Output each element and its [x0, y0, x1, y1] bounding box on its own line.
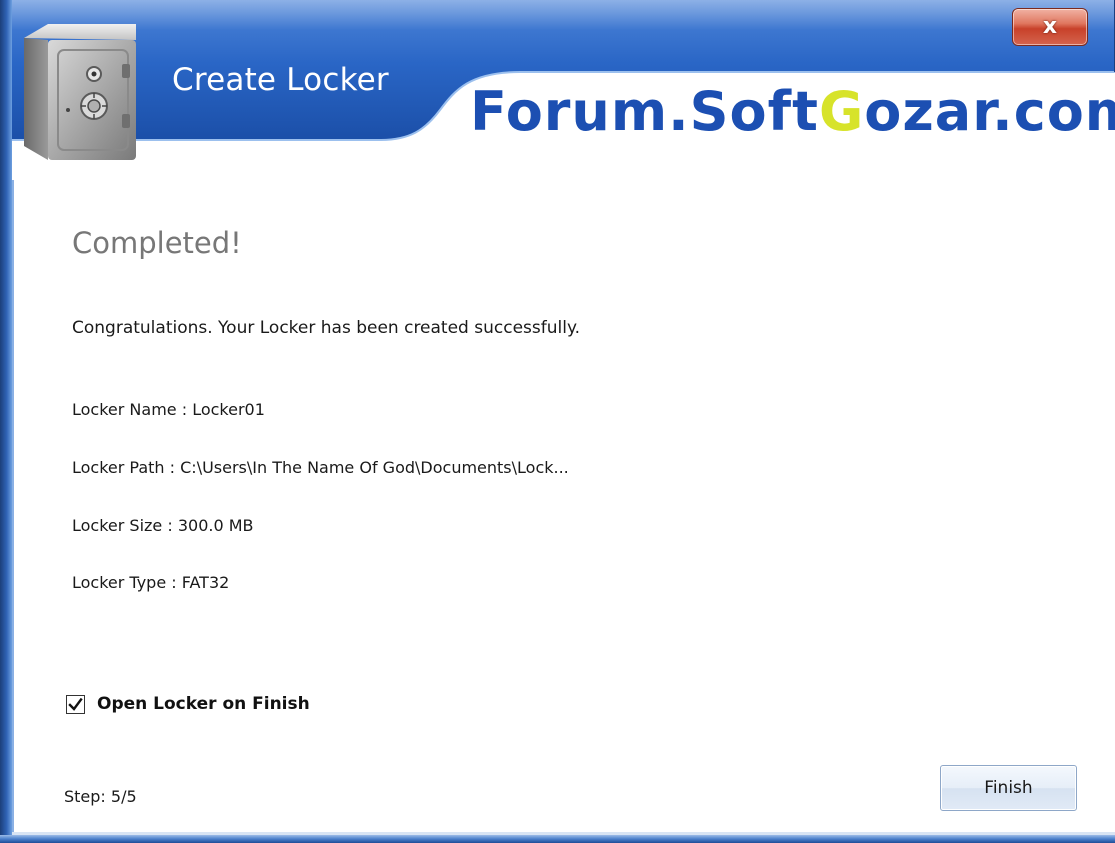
window-frame-left-highlight — [12, 180, 14, 835]
create-locker-window: Create Locker Forum.SoftGozar.com x Comp… — [0, 0, 1115, 843]
window-frame-left — [0, 0, 12, 843]
window-frame-bottom — [0, 835, 1115, 843]
header-banner: Create Locker Forum.SoftGozar.com x — [0, 0, 1115, 180]
watermark-text: Forum.SoftGozar.com — [470, 80, 1115, 143]
checkmark-icon — [68, 697, 83, 711]
watermark-prefix: Forum.Soft — [470, 80, 819, 143]
watermark-highlight: G — [818, 80, 865, 143]
open-locker-checkbox[interactable] — [66, 694, 85, 714]
locker-name-info: Locker Name : Locker01 — [72, 400, 265, 419]
open-locker-label[interactable]: Open Locker on Finish — [97, 694, 310, 714]
open-locker-on-finish-option[interactable]: Open Locker on Finish — [66, 694, 310, 714]
close-icon: x — [1042, 14, 1058, 39]
locker-path-info: Locker Path : C:\Users\In The Name Of Go… — [72, 458, 569, 477]
page-title: Completed! — [72, 226, 242, 260]
locker-type-info: Locker Type : FAT32 — [72, 573, 230, 592]
finish-button[interactable]: Finish — [940, 765, 1077, 811]
close-button[interactable]: x — [1012, 8, 1088, 46]
locker-size-info: Locker Size : 300.0 MB — [72, 516, 254, 535]
window-title: Create Locker — [172, 62, 389, 98]
safe-icon — [18, 22, 148, 166]
watermark-suffix: ozar.com — [864, 80, 1115, 143]
step-indicator: Step: 5/5 — [64, 787, 137, 806]
success-message: Congratulations. Your Locker has been cr… — [72, 318, 580, 338]
